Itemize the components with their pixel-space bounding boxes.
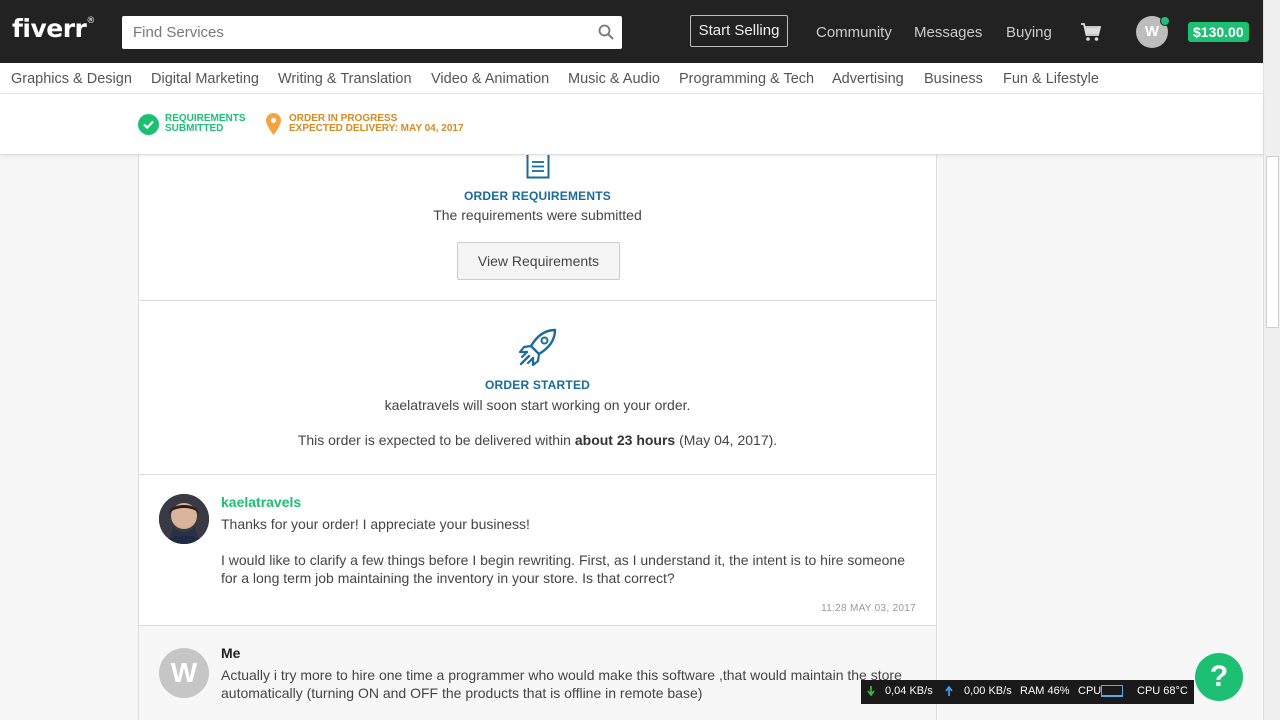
balance-badge[interactable]: $130.00 [1188,22,1249,42]
requirements-title: ORDER REQUIREMENTS [464,189,611,203]
online-status-dot [1160,16,1170,26]
upload-arrow-icon [945,686,953,696]
category-programming-tech[interactable]: Programming & Tech [679,71,814,87]
help-button[interactable]: ? [1195,653,1243,701]
location-pin-icon [266,113,281,135]
cpu-usage-graph [1101,685,1123,697]
rocket-icon [518,328,557,367]
search-input[interactable] [122,16,592,49]
category-video-animation[interactable]: Video & Animation [431,71,549,87]
document-icon [526,151,550,179]
category-menu: Graphics & Design Digital Marketing Writ… [0,63,1263,94]
cpu-temperature: CPU 68°C [1137,685,1188,697]
order-status-bar: REQUIREMENTS SUBMITTED ORDER IN PROGRESS… [0,94,1263,155]
top-navbar: fiverr® Start Selling Community Messages… [0,0,1263,63]
requirements-text: The requirements were submitted [433,207,642,223]
nav-messages[interactable]: Messages [914,24,982,41]
category-writing-translation[interactable]: Writing & Translation [278,71,412,87]
nav-community[interactable]: Community [816,24,892,41]
ram-usage: RAM 46% [1020,685,1070,697]
upload-speed: 0,00 KB/s [964,685,1012,697]
system-monitor-widget: 0,04 KB/s 0,00 KB/s RAM 46% CPU CPU 68°C [861,680,1194,704]
delivery-estimate: This order is expected to be delivered w… [297,432,778,448]
fiverr-logo[interactable]: fiverr® [12,14,95,43]
category-advertising[interactable]: Advertising [832,71,904,87]
view-requirements-button[interactable]: View Requirements [457,242,620,280]
status-order-in-progress: ORDER IN PROGRESS EXPECTED DELIVERY: MAY… [289,113,464,134]
message-me: W Me Actually i try more to hire one tim… [139,626,936,720]
message-seller: kaelatravels Thanks for your order! I ap… [139,475,936,626]
download-arrow-icon [867,686,875,696]
category-graphics-design[interactable]: Graphics & Design [11,71,132,87]
nav-buying[interactable]: Buying [1006,24,1052,41]
category-business[interactable]: Business [924,71,983,87]
requirements-section: ORDER REQUIREMENTS The requirements were… [139,151,936,301]
page-scrollbar[interactable] [1263,0,1280,720]
order-started-text: kaelatravels will soon start working on … [384,397,691,413]
category-music-audio[interactable]: Music & Audio [568,71,660,87]
message-timestamp: 11:28 MAY 03, 2017 [821,603,916,614]
scrollbar-thumb[interactable] [1266,156,1279,328]
sender-name: Me [221,645,241,661]
download-speed: 0,04 KB/s [885,685,933,697]
sender-name[interactable]: kaelatravels [221,494,301,510]
order-started-title: ORDER STARTED [484,378,591,392]
category-fun-lifestyle[interactable]: Fun & Lifestyle [1003,71,1099,87]
category-digital-marketing[interactable]: Digital Marketing [151,71,259,87]
search-icon[interactable] [598,24,614,40]
message-text: Thanks for your order! I appreciate your… [221,516,530,532]
search-box [122,16,622,49]
order-started-section: ORDER STARTED kaelatravels will soon sta… [139,301,936,475]
message-text: I would like to clarify a few things bef… [221,552,906,586]
message-text: Actually i try more to hire one time a p… [221,667,902,701]
seller-avatar[interactable] [159,494,209,544]
cart-icon[interactable] [1080,22,1102,42]
status-requirements-submitted: REQUIREMENTS SUBMITTED [165,113,246,134]
check-icon [138,114,159,135]
my-avatar[interactable]: W [159,648,209,698]
order-timeline: ORDER REQUIREMENTS The requirements were… [138,151,937,720]
start-selling-button[interactable]: Start Selling [690,15,788,47]
cpu-label: CPU [1078,685,1102,697]
